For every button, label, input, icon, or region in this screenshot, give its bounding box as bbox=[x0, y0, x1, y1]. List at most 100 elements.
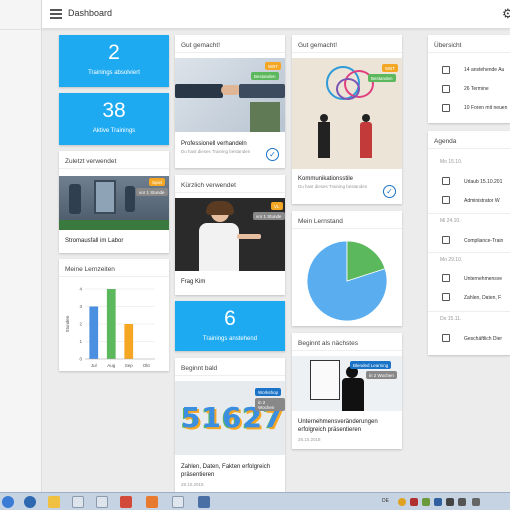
stat-completed[interactable]: 2 Trainings absolviert bbox=[59, 35, 169, 87]
agenda-item[interactable]: Geschäftlich Dier bbox=[464, 336, 502, 342]
tray-icon[interactable] bbox=[410, 498, 418, 506]
app-icon[interactable] bbox=[198, 496, 210, 508]
app-icon[interactable] bbox=[146, 496, 158, 508]
pro-card-image: WBT Bestanden bbox=[175, 58, 285, 132]
taskbar: DE bbox=[0, 492, 510, 510]
gear-icon[interactable]: ⚙ bbox=[502, 6, 510, 22]
overview-item-forums[interactable]: 10 Foren mit neuen bbox=[464, 105, 507, 111]
vl-badge: VL bbox=[271, 202, 283, 210]
overview-header: Übersicht bbox=[428, 35, 510, 53]
passed-badge: Bestanden bbox=[251, 72, 279, 80]
recent2-card[interactable]: Kürzlich verwendet VL vor 1 Stunde Frag … bbox=[175, 175, 285, 295]
soon-card[interactable]: Beginnt bald 51627 Workshop in 2 Wochen … bbox=[175, 358, 285, 492]
window-icon[interactable] bbox=[72, 496, 84, 508]
learning-level-chart bbox=[306, 240, 388, 322]
calendar-icon bbox=[442, 236, 450, 244]
task-icon bbox=[442, 66, 450, 74]
learning-times-card: Meine Lernzeiten 0 1 2 3 4 Stunden Jul Aug Sep Ok… bbox=[59, 259, 169, 371]
bar bbox=[89, 306, 99, 359]
folder-icon[interactable] bbox=[48, 496, 60, 508]
pro-card-sub: Du hast dieses Training bestanden bbox=[181, 149, 251, 154]
agenda-date: Mo 29.10. bbox=[440, 257, 463, 263]
time-badge: vor 1 Stunde bbox=[136, 188, 168, 196]
blended-badge: Blended Learning bbox=[350, 361, 392, 369]
wbt-badge: WBT bbox=[265, 62, 281, 70]
language-indicator[interactable]: DE bbox=[382, 498, 389, 504]
calendar-icon bbox=[442, 293, 450, 301]
agenda-date: Mo 15.10. bbox=[440, 159, 463, 165]
passed-badge-2: Bestanden bbox=[368, 74, 396, 82]
left-panel bbox=[0, 0, 42, 492]
window-icon[interactable] bbox=[172, 496, 184, 508]
tray-icon[interactable] bbox=[446, 498, 454, 506]
x-tick-label: Okt bbox=[143, 363, 151, 368]
comm-card-header: Gut gemacht! bbox=[292, 35, 402, 53]
tray-icon[interactable] bbox=[422, 498, 430, 506]
tray-icon[interactable] bbox=[398, 498, 406, 506]
bar bbox=[124, 324, 134, 359]
time-badge-2: vor 1 Stunde bbox=[253, 212, 285, 220]
stat-upcoming[interactable]: 6 Trainings anstehend bbox=[175, 301, 285, 351]
calendar-icon bbox=[442, 334, 450, 342]
page-title: Dashboard bbox=[68, 8, 113, 18]
y-tick-label: 2 bbox=[79, 322, 82, 327]
soon-card-header: Beginnt bald bbox=[175, 358, 285, 376]
comm-card-sub: Du hast dieses Training bestanden bbox=[298, 184, 368, 189]
calendar-icon bbox=[442, 85, 450, 93]
recent-card[interactable]: Zuletzt verwendet Spiel vor 1 Stunde Str… bbox=[59, 151, 169, 253]
overview-item-tasks[interactable]: 14 anstehende Au bbox=[464, 67, 504, 73]
agenda-date: Do 15.11. bbox=[440, 316, 462, 322]
comm-card-caption: Kommunikationsstile bbox=[298, 176, 354, 182]
forum-icon bbox=[442, 104, 450, 112]
stat-upcoming-label: Trainings anstehend bbox=[202, 336, 258, 342]
soon-card-caption: Zahlen, Daten, Fakten erfolgreich präsen… bbox=[181, 464, 271, 478]
volume-icon[interactable] bbox=[472, 498, 480, 506]
stat-active-value: 38 bbox=[102, 99, 126, 122]
calendar-icon bbox=[442, 177, 450, 185]
x-tick-label: Sep bbox=[125, 363, 134, 368]
next-card-header: Beginnt als nächstes bbox=[292, 333, 402, 351]
agenda-item[interactable]: Zahlen, Daten, F bbox=[464, 295, 501, 301]
pro-card-header: Gut gemacht! bbox=[175, 35, 285, 53]
agenda-date: Mi 24.10. bbox=[440, 218, 461, 224]
bar bbox=[106, 289, 116, 359]
tray-icon[interactable] bbox=[434, 498, 442, 506]
check-icon-2: ✓ bbox=[383, 185, 396, 198]
agenda-item[interactable]: Administrator W bbox=[464, 198, 500, 204]
calendar-icon bbox=[442, 274, 450, 282]
workshop-badge: Workshop bbox=[255, 388, 282, 396]
comm-card[interactable]: Gut gemacht! WBT Bestanden Kommunikation… bbox=[292, 35, 402, 204]
network-icon[interactable] bbox=[458, 498, 466, 506]
menu-icon[interactable] bbox=[50, 9, 62, 19]
recent-card-image: Spiel vor 1 Stunde bbox=[59, 176, 169, 230]
soon-card-image: 51627 Workshop in 2 Wochen bbox=[175, 381, 285, 455]
y-axis-label: Stunden bbox=[65, 315, 70, 332]
window-icon[interactable] bbox=[96, 496, 108, 508]
agenda-item[interactable]: Urlaub 15.10.201 bbox=[464, 179, 502, 185]
stat-upcoming-value: 6 bbox=[224, 307, 236, 330]
recent2-card-image: VL vor 1 Stunde bbox=[175, 198, 285, 271]
stat-active-label: Aktive Trainings bbox=[92, 128, 136, 134]
overview-card: Übersicht 14 anstehende Au 26 Termine 10… bbox=[428, 35, 510, 123]
pro-card[interactable]: Gut gemacht! WBT Bestanden Professionell… bbox=[175, 35, 285, 168]
check-icon: ✓ bbox=[266, 148, 279, 161]
y-tick-label: 0 bbox=[79, 357, 82, 362]
browser-icon[interactable] bbox=[24, 496, 36, 508]
weeks-badge-2: in 2 Wochen bbox=[366, 371, 397, 379]
next-card[interactable]: Beginnt als nächstes Blended Learning in… bbox=[292, 333, 402, 449]
learning-level-card: Mein Lernstand bbox=[292, 211, 402, 326]
stat-completed-label: Trainings absolviert bbox=[88, 70, 140, 76]
presentation-icon[interactable] bbox=[120, 496, 132, 508]
y-tick-label: 4 bbox=[79, 287, 82, 292]
wbt-badge-2: WBT bbox=[382, 64, 398, 72]
x-tick-label: Aug bbox=[107, 363, 116, 368]
agenda-item[interactable]: Compliance-Train bbox=[464, 238, 503, 244]
x-tick-label: Jul bbox=[91, 363, 97, 368]
learning-times-header: Meine Lernzeiten bbox=[59, 259, 169, 277]
overview-item-dates[interactable]: 26 Termine bbox=[464, 86, 489, 92]
start-icon[interactable] bbox=[2, 496, 14, 508]
comm-card-image: WBT Bestanden bbox=[292, 58, 402, 169]
next-card-caption: Unternehmensveränderungen erfolgreich pr… bbox=[298, 419, 378, 433]
stat-active[interactable]: 38 Aktive Trainings bbox=[59, 93, 169, 145]
agenda-item[interactable]: Unternehmensve bbox=[464, 276, 502, 282]
